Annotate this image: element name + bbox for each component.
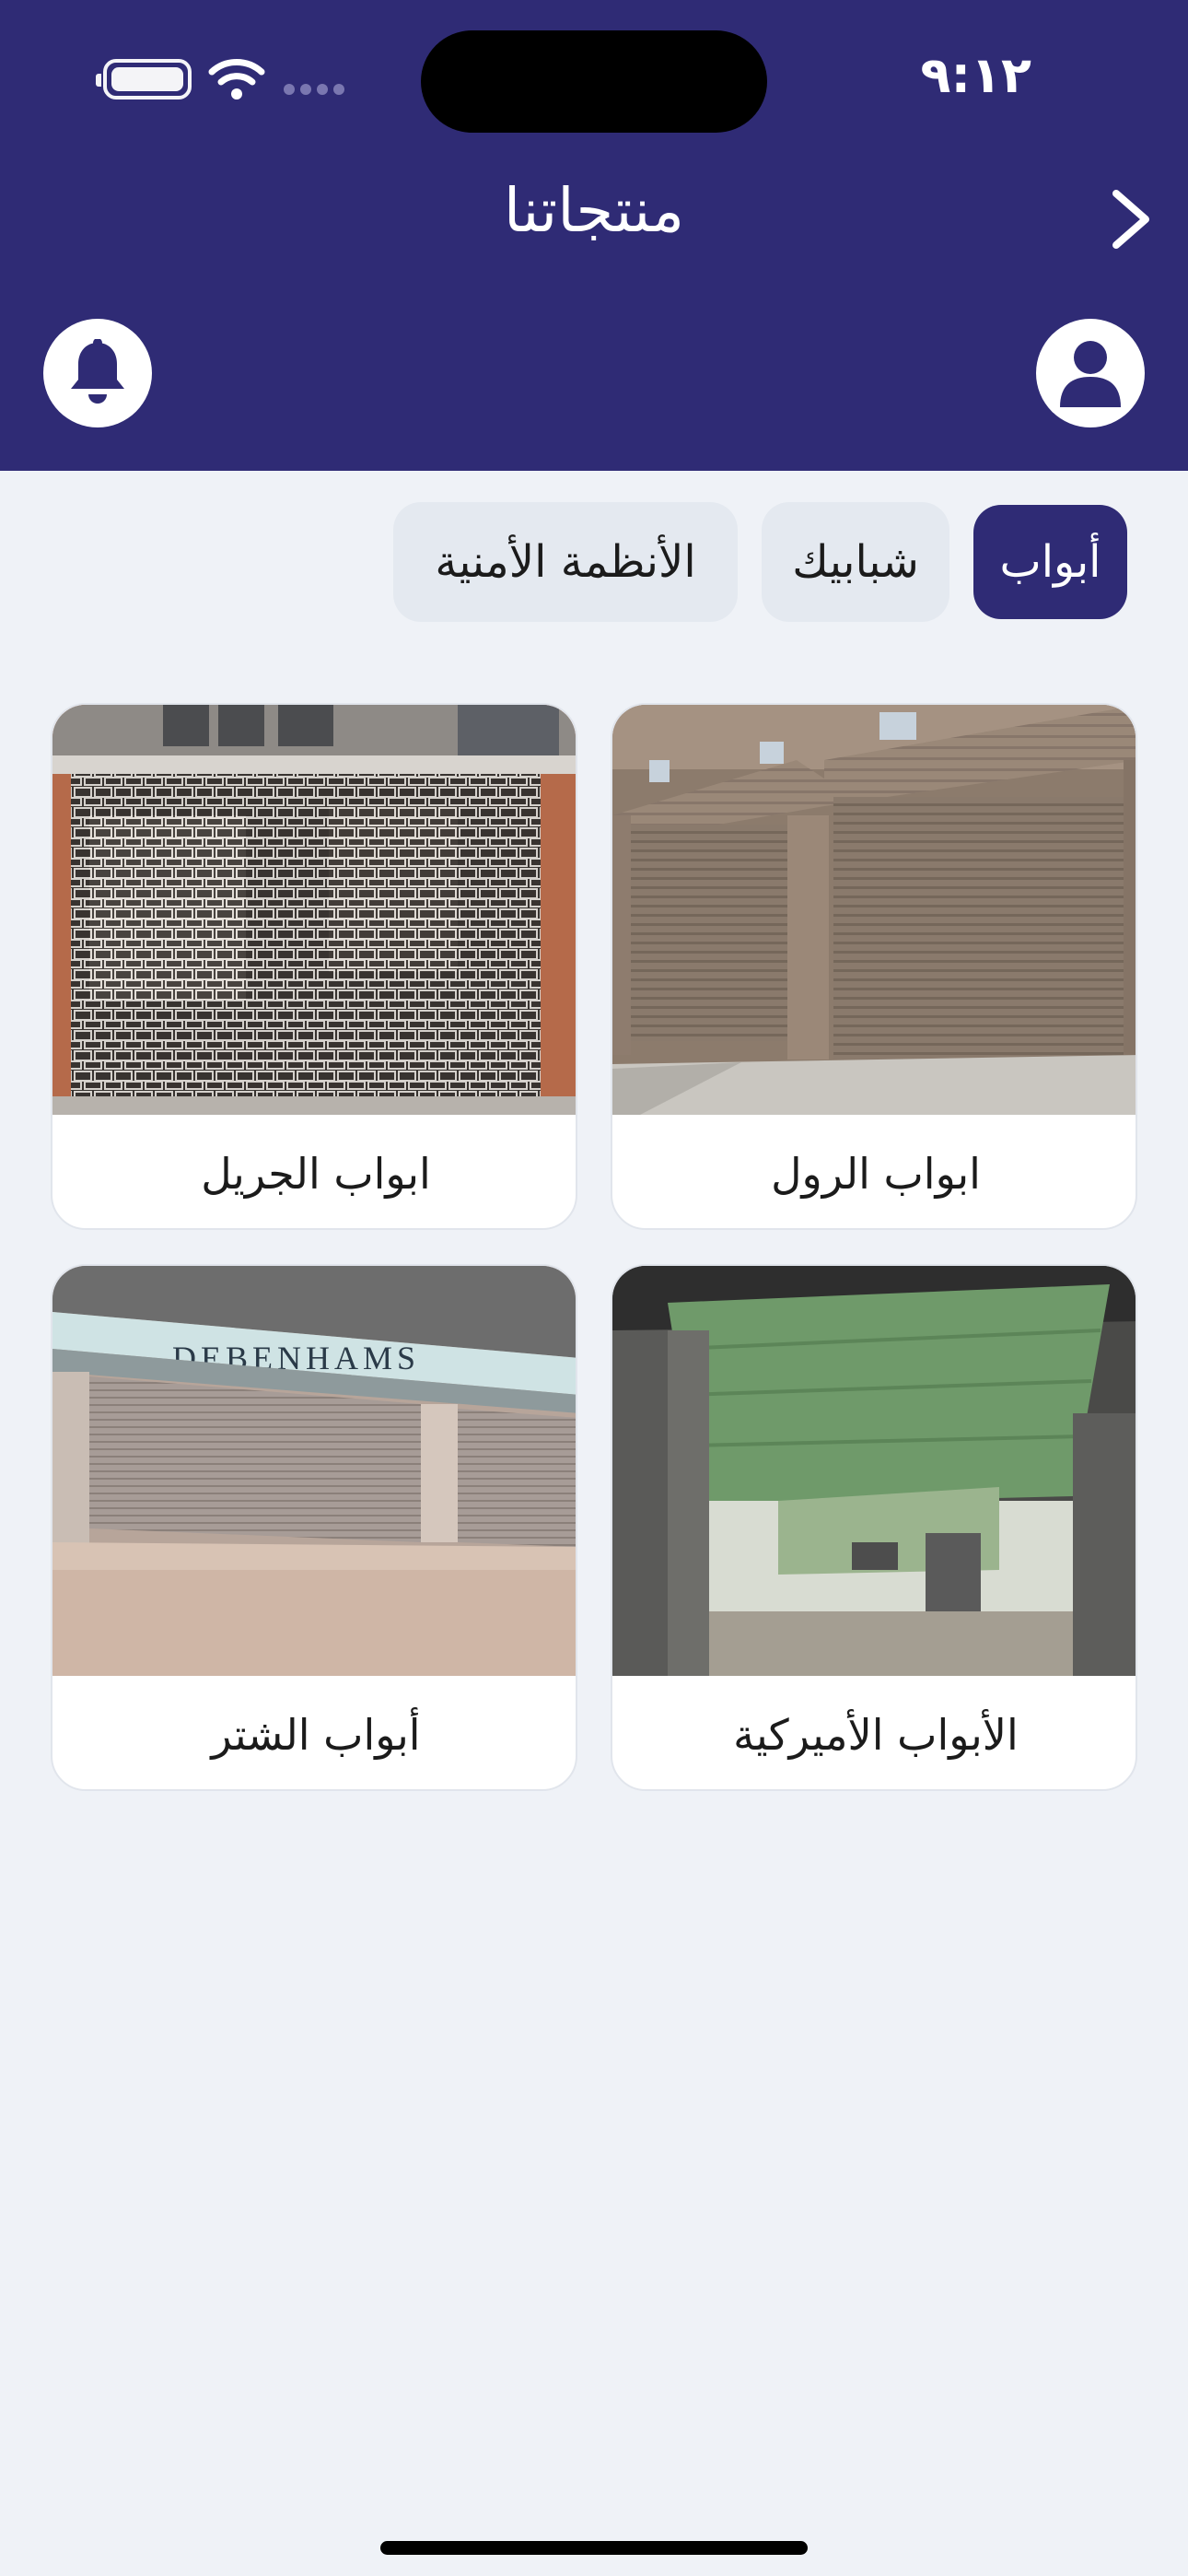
- product-card-roll-doors[interactable]: ابواب الرول: [611, 703, 1137, 1230]
- wifi-icon: [208, 59, 265, 100]
- product-card-grill-doors[interactable]: ابواب الجريل: [51, 703, 577, 1230]
- bell-icon: [71, 339, 124, 404]
- signal-icon: [284, 84, 344, 95]
- app-header: ٩:١٢ منتجاتنا: [0, 0, 1188, 471]
- grill-door-image: [52, 705, 576, 1115]
- notifications-button[interactable]: [43, 319, 152, 427]
- status-time: ٩:١٢: [920, 46, 1031, 104]
- user-icon: [1060, 341, 1121, 407]
- roll-door-image: [612, 705, 1136, 1115]
- product-label: ابواب الجريل: [201, 1148, 431, 1199]
- product-label: ابواب الرول: [771, 1148, 981, 1199]
- tab-doors[interactable]: أبواب: [973, 505, 1127, 619]
- product-label: الأبواب الأميركية: [733, 1709, 1019, 1760]
- american-door-image: [612, 1266, 1136, 1676]
- product-label: أبواب الشتر: [211, 1709, 421, 1760]
- tab-security-systems[interactable]: الأنظمة الأمنية: [393, 502, 738, 622]
- chevron-right-icon[interactable]: [1105, 186, 1157, 252]
- product-card-shutter-doors[interactable]: DEBENHAMS أبواب الشتر: [51, 1264, 577, 1791]
- dynamic-island: [421, 30, 767, 133]
- tab-windows[interactable]: شبابيك: [762, 502, 949, 622]
- status-icons: [96, 55, 352, 101]
- battery-icon: [96, 59, 192, 100]
- profile-button[interactable]: [1036, 319, 1145, 427]
- product-card-american-doors[interactable]: الأبواب الأميركية: [611, 1264, 1137, 1791]
- page-title: منتجاتنا: [503, 175, 685, 246]
- shutter-door-image: DEBENHAMS: [52, 1266, 576, 1676]
- home-indicator[interactable]: [380, 2541, 808, 2555]
